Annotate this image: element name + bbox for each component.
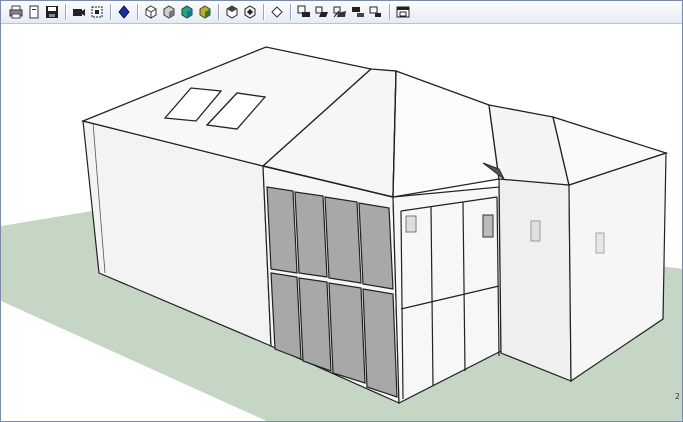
toolbar-separator bbox=[389, 4, 390, 20]
toolbar-separator bbox=[137, 4, 138, 20]
section-fill-icon[interactable] bbox=[350, 4, 366, 20]
wireframe-cube-icon[interactable] bbox=[161, 4, 177, 20]
floppy-disk-icon[interactable] bbox=[44, 4, 60, 20]
small-window bbox=[530, 220, 541, 242]
toolbar bbox=[1, 1, 682, 24]
small-window bbox=[482, 214, 494, 238]
section-display-icon[interactable] bbox=[332, 4, 348, 20]
status-number: 2 bbox=[674, 392, 680, 401]
toolbar-separator bbox=[110, 4, 111, 20]
blue-gem-icon[interactable] bbox=[116, 4, 132, 20]
toolbar-separator bbox=[65, 4, 66, 20]
new-file-icon[interactable] bbox=[26, 4, 42, 20]
small-window bbox=[405, 215, 417, 233]
printer-icon[interactable] bbox=[8, 4, 24, 20]
3d-viewport[interactable] bbox=[1, 24, 682, 421]
window-layout-icon[interactable] bbox=[395, 4, 411, 20]
section-export-icon[interactable] bbox=[368, 4, 384, 20]
camera-icon[interactable] bbox=[71, 4, 87, 20]
iso-cube-icon[interactable] bbox=[224, 4, 240, 20]
right-wing-front bbox=[498, 176, 572, 382]
section-cut-icon[interactable] bbox=[314, 4, 330, 20]
textured-cube-icon[interactable] bbox=[197, 4, 213, 20]
section-plane-icon[interactable] bbox=[296, 4, 312, 20]
toolbar-separator bbox=[263, 4, 264, 20]
small-window bbox=[595, 232, 605, 254]
front-view-icon[interactable] bbox=[269, 4, 285, 20]
shaded-cube-icon[interactable] bbox=[179, 4, 195, 20]
zoom-extents-icon[interactable] bbox=[89, 4, 105, 20]
hip-roof-right bbox=[392, 70, 500, 198]
top-view-icon[interactable] bbox=[242, 4, 258, 20]
app-window: 2 bbox=[0, 0, 683, 422]
toolbar-separator bbox=[290, 4, 291, 20]
toolbar-separator bbox=[218, 4, 219, 20]
house-model bbox=[1, 46, 682, 421]
xray-cube-icon[interactable] bbox=[143, 4, 159, 20]
